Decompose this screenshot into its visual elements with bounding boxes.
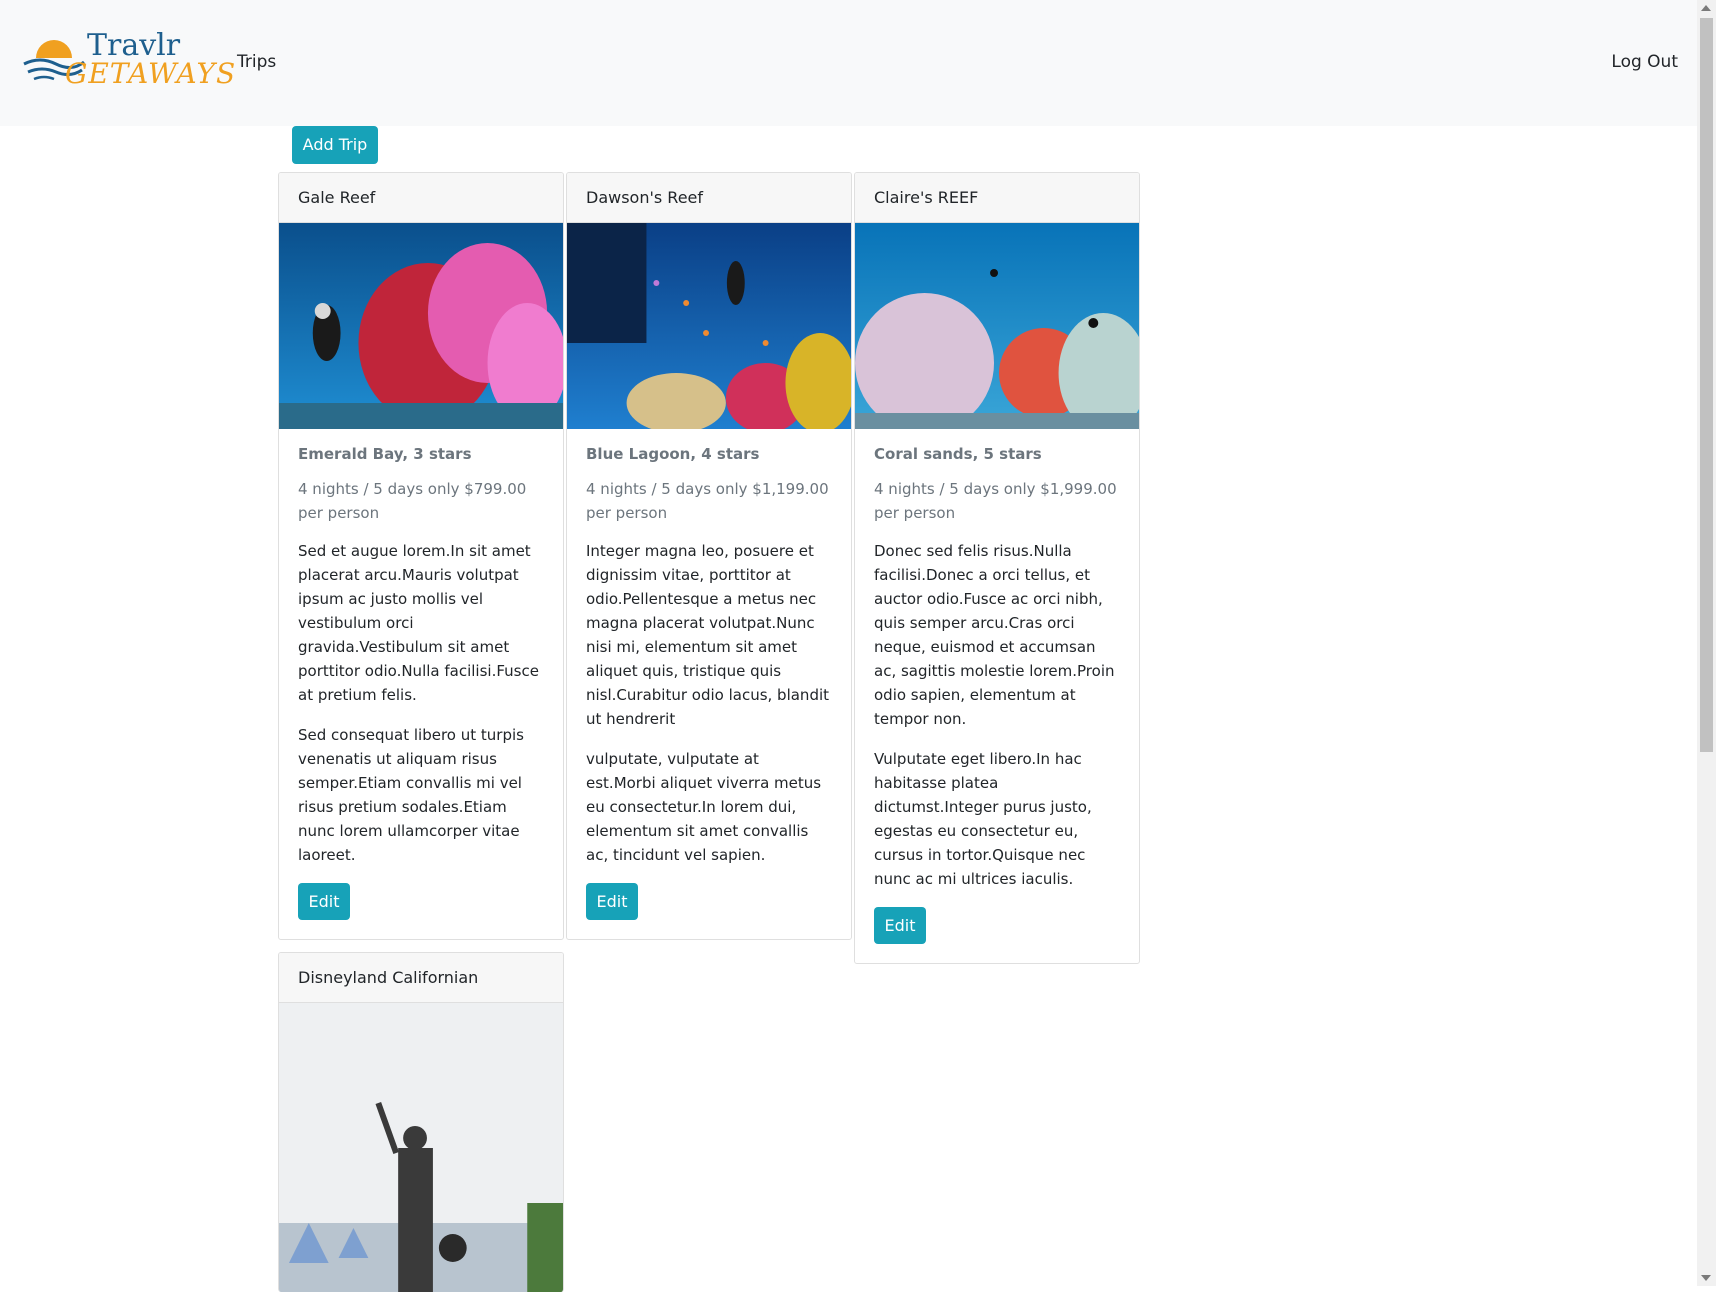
scroll-up-arrow-icon[interactable] <box>1701 5 1711 11</box>
navbar: Travlr GETAWAYS Trips Log Out <box>0 0 1697 126</box>
nav-trips-link[interactable]: Trips <box>237 52 276 72</box>
card-description: Sed et augue lorem.In sit amet placerat … <box>298 542 539 704</box>
edit-button[interactable]: Edit <box>874 907 926 944</box>
reef-image <box>855 223 1139 429</box>
logout-link[interactable]: Log Out <box>1611 52 1678 72</box>
logo-text-getaways: GETAWAYS <box>65 57 237 90</box>
card-description: Vulputate eget libero.In hac habitasse p… <box>874 750 1092 888</box>
trip-card: Dawson's Reef Blue Lagoon, 4 stars 4 nig… <box>566 172 852 940</box>
vertical-scrollbar[interactable] <box>1697 0 1716 1286</box>
card-description: Donec sed felis risus.Nulla facilisi.Don… <box>874 542 1115 728</box>
travlr-logo[interactable]: Travlr GETAWAYS <box>22 28 235 94</box>
edit-button[interactable]: Edit <box>298 883 350 920</box>
card-subtitle: Coral sands, 5 stars <box>874 445 1042 463</box>
trip-card: Disneyland Californian <box>278 952 564 1292</box>
card-title: Gale Reef <box>279 173 563 223</box>
card-title: Disneyland Californian <box>279 953 563 1003</box>
card-subtitle: Emerald Bay, 3 stars <box>298 445 472 463</box>
reef-image <box>567 223 851 429</box>
add-trip-button[interactable]: Add Trip <box>292 126 378 164</box>
card-description: Integer magna leo, posuere et dignissim … <box>586 542 830 728</box>
card-description: Sed consequat libero ut turpis venenatis… <box>298 726 524 864</box>
disneyland-image <box>279 1003 563 1292</box>
scrollbar-thumb[interactable] <box>1700 18 1713 752</box>
scroll-down-arrow-icon[interactable] <box>1701 1275 1711 1281</box>
card-price: 4 nights / 5 days only $1,999.00 per per… <box>874 480 1117 522</box>
card-price: 4 nights / 5 days only $1,199.00 per per… <box>586 480 829 522</box>
card-subtitle: Blue Lagoon, 4 stars <box>586 445 760 463</box>
trip-card: Claire's REEF Coral sands, 5 stars 4 nig… <box>854 172 1140 964</box>
card-title: Claire's REEF <box>855 173 1139 223</box>
reef-image <box>279 223 563 429</box>
card-description: vulputate, vulputate at est.Morbi alique… <box>586 750 822 864</box>
card-title: Dawson's Reef <box>567 173 851 223</box>
trip-card: Gale Reef Emerald Bay, 3 stars 4 nights … <box>278 172 564 940</box>
edit-button[interactable]: Edit <box>586 883 638 920</box>
card-price: 4 nights / 5 days only $799.00 per perso… <box>298 480 527 522</box>
